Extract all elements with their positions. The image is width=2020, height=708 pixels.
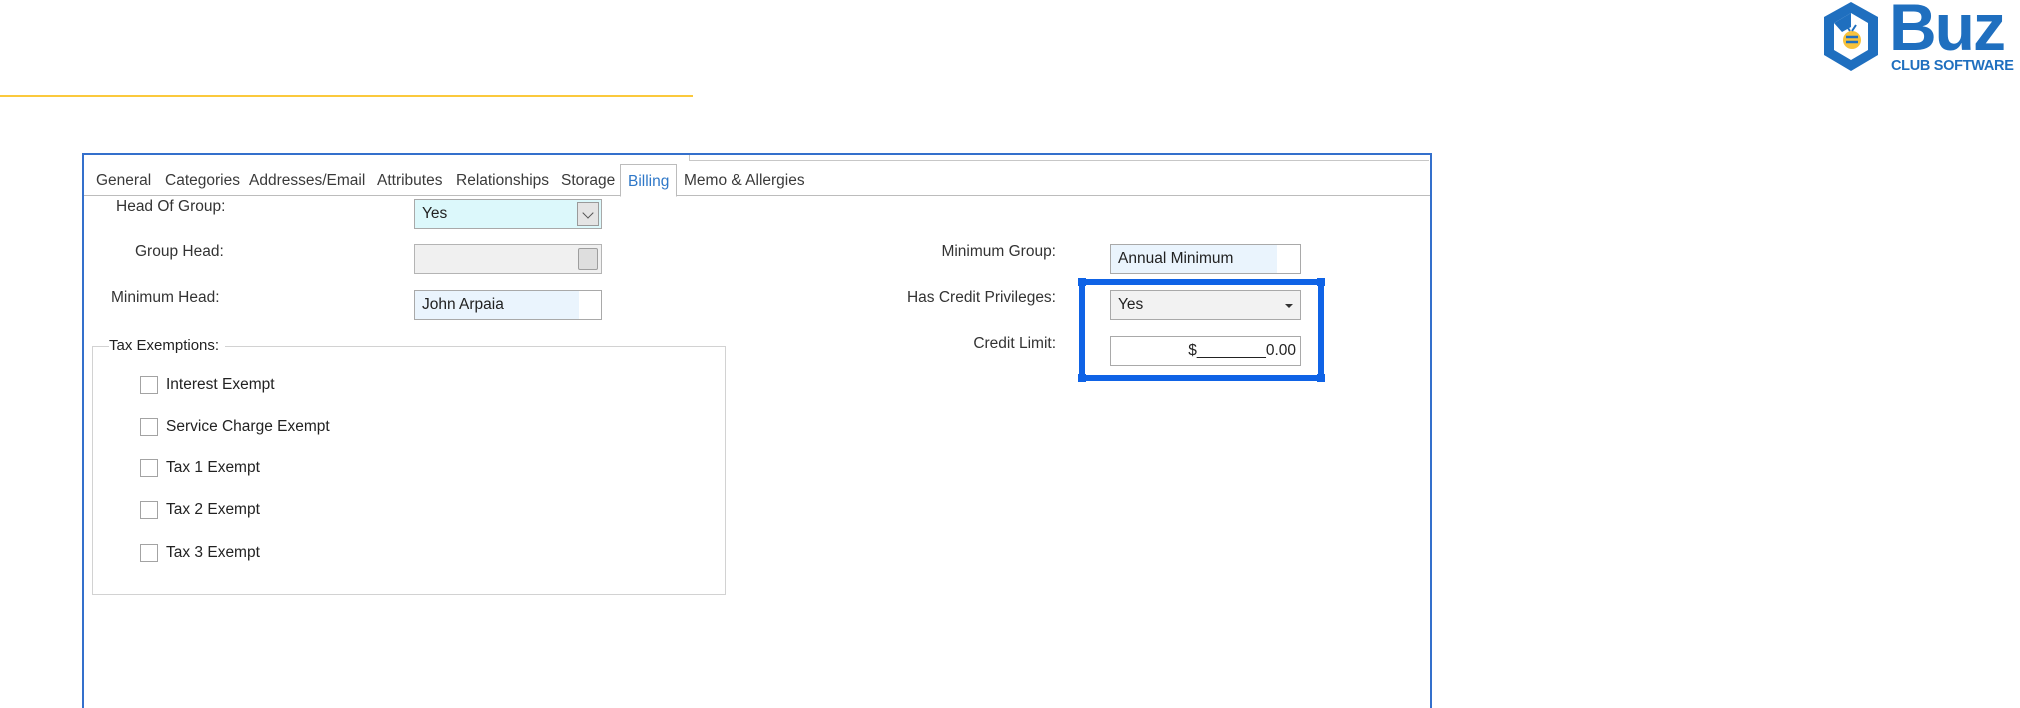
tax-3-exempt-label: Tax 3 Exempt	[166, 544, 260, 561]
tab-storage[interactable]: Storage	[561, 172, 615, 190]
tab-memo-allergies[interactable]: Memo & Allergies	[684, 172, 805, 190]
interest-exempt-label: Interest Exempt	[166, 376, 275, 393]
tax-3-exempt-checkbox[interactable]	[140, 544, 158, 562]
tab-attributes[interactable]: Attributes	[377, 172, 442, 190]
tab-addresses-email[interactable]: Addresses/Email	[249, 172, 365, 190]
tax-2-exempt-checkbox[interactable]	[140, 501, 158, 519]
window-top-strip	[689, 155, 1429, 161]
tax-2-exempt-label: Tax 2 Exempt	[166, 501, 260, 518]
member-billing-window: General Categories Addresses/Email Attri…	[82, 153, 1432, 708]
service-charge-exempt-label: Service Charge Exempt	[166, 418, 330, 435]
buz-hexagon-icon	[1824, 2, 1878, 71]
tab-relationships[interactable]: Relationships	[456, 172, 549, 190]
minimum-head-field[interactable]: John Arpaia	[414, 290, 602, 320]
minimum-group-value: Annual Minimum	[1118, 250, 1234, 267]
logo-subtitle: CLUB SOFTWARE	[1891, 58, 2014, 74]
lookup-button	[578, 248, 598, 270]
logo-wordmark: Buz	[1889, 0, 2006, 64]
tax-exemptions-group: Tax Exemptions: Interest Exempt Service …	[92, 337, 726, 595]
head-of-group-combo[interactable]: Yes	[414, 199, 602, 229]
tax-exemptions-title: Tax Exemptions:	[109, 337, 226, 354]
service-charge-exempt-checkbox[interactable]	[140, 418, 158, 436]
highlight-handle	[1078, 374, 1086, 382]
head-of-group-value: Yes	[422, 205, 448, 222]
group-head-label: Group Head:	[135, 243, 224, 260]
credit-highlight-box	[1078, 278, 1325, 382]
buz-logo: Buz CLUB SOFTWARE	[1820, 0, 2020, 78]
tab-categories[interactable]: Categories	[165, 172, 240, 190]
minimum-group-field[interactable]: Annual Minimum	[1110, 244, 1301, 274]
tab-general[interactable]: General	[96, 172, 151, 190]
highlight-handle	[1317, 374, 1325, 382]
tax-1-exempt-label: Tax 1 Exempt	[166, 459, 260, 476]
chevron-down-icon[interactable]	[577, 202, 599, 226]
minimum-head-label: Minimum Head:	[111, 289, 220, 306]
head-of-group-label: Head Of Group:	[116, 198, 226, 215]
credit-limit-label: Credit Limit:	[973, 335, 1056, 352]
minimum-head-value: John Arpaia	[422, 296, 504, 313]
tax-1-exempt-checkbox[interactable]	[140, 459, 158, 477]
tab-billing[interactable]: Billing	[620, 164, 678, 197]
tab-bar: General Categories Addresses/Email Attri…	[84, 164, 1430, 197]
interest-exempt-checkbox[interactable]	[140, 376, 158, 394]
header-accent-line	[0, 95, 693, 97]
minimum-group-label: Minimum Group:	[941, 243, 1056, 260]
group-head-field	[414, 244, 602, 274]
highlight-handle	[1078, 278, 1086, 286]
has-credit-privileges-label: Has Credit Privileges:	[906, 289, 1056, 306]
highlight-handle	[1317, 278, 1325, 286]
